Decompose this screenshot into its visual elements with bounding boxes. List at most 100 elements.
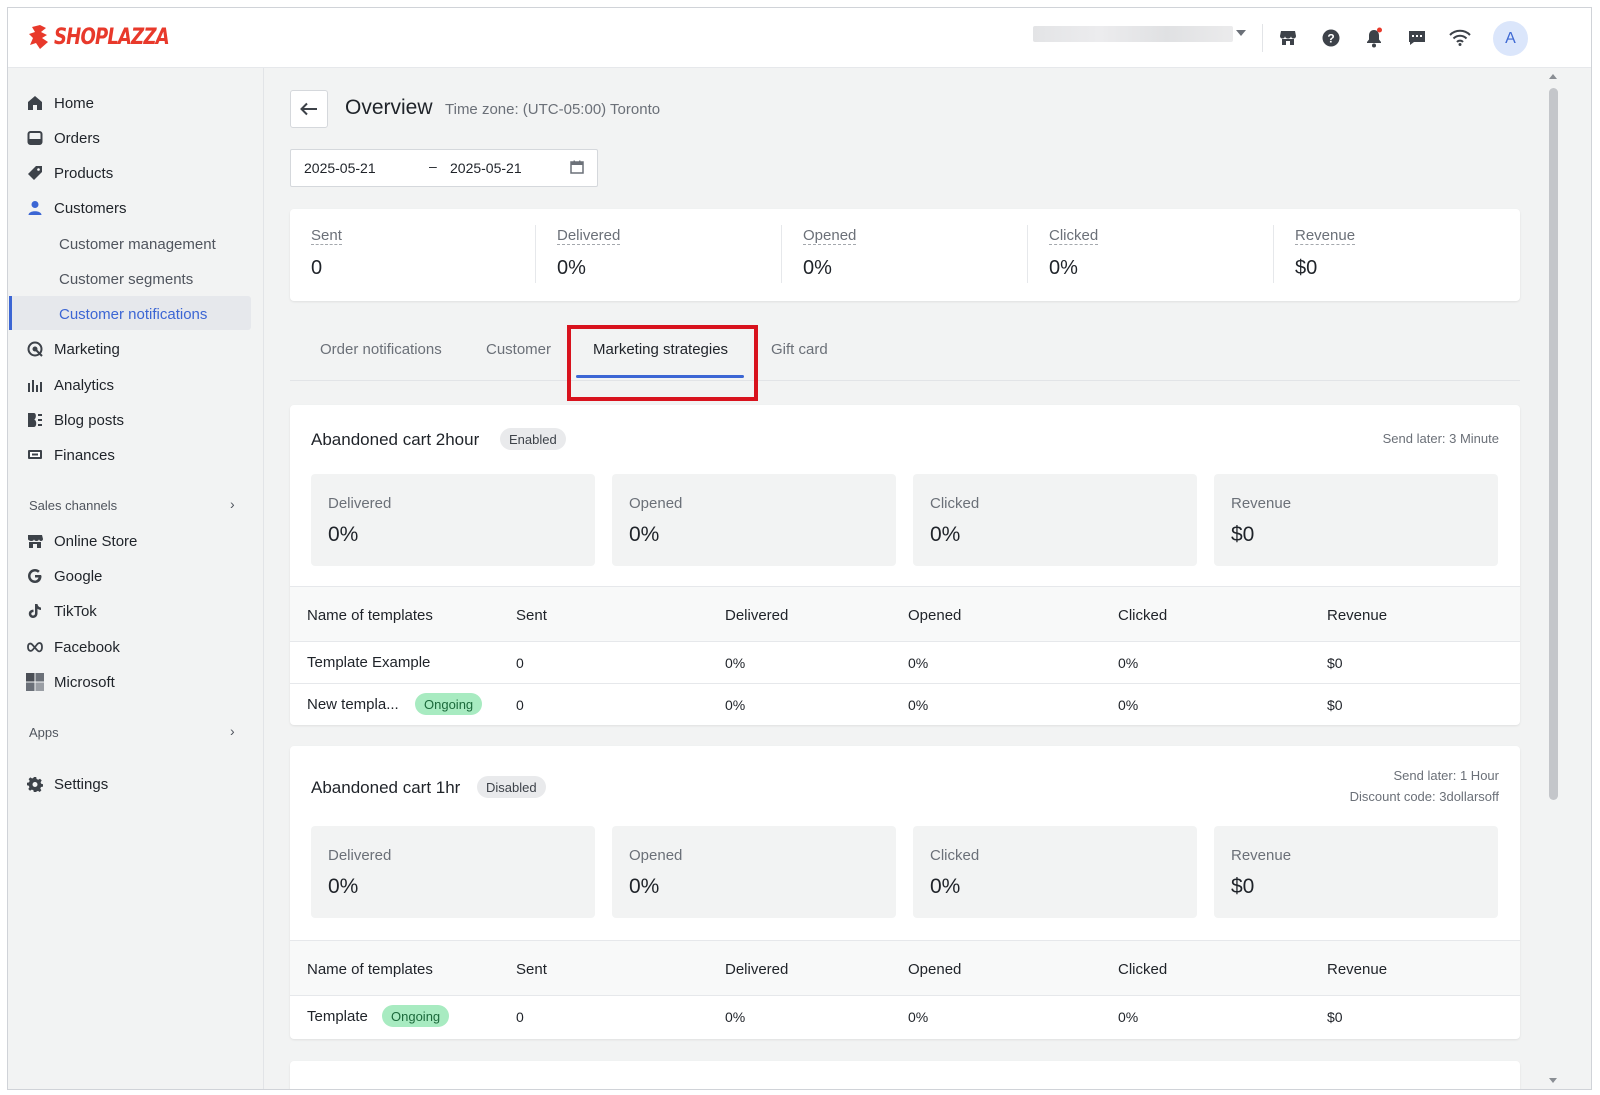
analytics-icon: [26, 376, 44, 394]
stat-revenue: Revenue $0: [1214, 826, 1498, 918]
sidebar-item-label: Home: [54, 94, 95, 112]
blog-icon: [26, 411, 44, 429]
sidebar-item-facebook[interactable]: Facebook: [26, 631, 120, 663]
marketing-icon: [26, 340, 44, 358]
sidebar-item-label: Orders: [54, 129, 100, 147]
sidebar-item-label: Facebook: [54, 638, 120, 656]
divider: [781, 225, 782, 283]
back-button[interactable]: [290, 90, 328, 128]
store-icon[interactable]: [1276, 26, 1300, 50]
gear-icon: [26, 775, 44, 793]
sidebar-item-label: Blog posts: [54, 411, 125, 429]
sidebar-item-label: Google: [54, 567, 103, 585]
sidebar-item-products[interactable]: Products: [26, 157, 113, 189]
sidebar-item-orders[interactable]: Orders: [26, 122, 100, 154]
meta-icon: [26, 638, 44, 656]
tab-gift-card[interactable]: Gift card: [771, 341, 828, 358]
tab-order-notifications[interactable]: Order notifications: [320, 341, 442, 358]
sidebar-item-settings[interactable]: Settings: [26, 768, 108, 800]
status-badge: Disabled: [477, 776, 546, 798]
summary-revenue: Revenue $0: [1295, 227, 1356, 279]
sidebar: Home Orders Products Customers Customer …: [8, 68, 264, 1089]
store-selector[interactable]: [1033, 26, 1233, 42]
main-content: Overview Time zone: (UTC-05:00) Toronto …: [264, 68, 1544, 1089]
stat-delivered: Delivered 0%: [311, 826, 595, 918]
home-icon: [26, 94, 44, 112]
sidebar-subitem-customer-notifications[interactable]: Customer notifications: [59, 298, 207, 330]
store-icon: [26, 532, 44, 550]
page-title: Overview: [345, 96, 433, 119]
sidebar-subitem-customer-management[interactable]: Customer management: [59, 228, 216, 260]
date-range-picker[interactable]: 2025-05-21 – 2025-05-21: [290, 149, 598, 187]
date-end[interactable]: 2025-05-21: [450, 160, 522, 176]
chevron-right-icon[interactable]: ›: [230, 496, 235, 512]
sidebar-item-microsoft[interactable]: Microsoft: [26, 666, 115, 698]
scroll-down-icon[interactable]: [1549, 1078, 1557, 1083]
shoplazza-logo[interactable]: SHOPLAZZA: [28, 22, 194, 52]
table-header: Name of templates Sent Delivered Opened …: [290, 940, 1520, 996]
tab-customer[interactable]: Customer: [486, 341, 551, 358]
ongoing-badge: Ongoing: [415, 693, 483, 715]
sidebar-item-label: Customers: [54, 199, 127, 217]
arrow-left-icon: [300, 102, 317, 116]
summary-sent: Sent 0: [311, 227, 342, 279]
sidebar-item-finances[interactable]: Finances: [26, 439, 115, 471]
sidebar-item-tiktok[interactable]: TikTok: [26, 595, 97, 627]
summary-card: Sent 0 Delivered 0% Opened 0% Clicked 0%…: [290, 209, 1520, 301]
timezone-label: Time zone: (UTC-05:00) Toronto: [445, 101, 661, 118]
chat-icon[interactable]: [1405, 26, 1429, 50]
table-row[interactable]: Template Ongoing 0 0% 0% 0% $0: [290, 996, 1520, 1038]
strategy-meta: Send later: 3 Minute: [1382, 431, 1499, 446]
tag-icon: [26, 164, 44, 182]
table-header: Name of templates Sent Delivered Opened …: [290, 586, 1520, 642]
strategy-title: Abandoned cart 1hr: [311, 778, 461, 797]
sidebar-item-label: Finances: [54, 446, 115, 464]
strategy-card: Abandoned cart 1hr Disabled Send later: …: [290, 746, 1520, 1039]
stat-delivered: Delivered 0%: [311, 474, 595, 566]
sidebar-item-marketing[interactable]: Marketing: [26, 333, 120, 365]
scrollbar-thumb[interactable]: [1549, 88, 1558, 800]
table-row[interactable]: Template Example 0 0% 0% 0% $0: [290, 642, 1520, 684]
wifi-icon[interactable]: [1448, 26, 1472, 50]
apps-label: Apps: [29, 725, 59, 740]
sidebar-subitem-customer-segments[interactable]: Customer segments: [59, 263, 193, 295]
divider: [1027, 225, 1028, 283]
logo-text: SHOPLAZZA: [54, 24, 170, 50]
microsoft-icon: [26, 673, 44, 691]
summary-delivered: Delivered 0%: [557, 227, 621, 279]
app-window: SHOPLAZZA ? A Home Orders Products Custo…: [7, 7, 1592, 1090]
sidebar-item-label: Marketing: [54, 340, 120, 358]
help-icon[interactable]: ?: [1319, 26, 1343, 50]
person-icon: [26, 199, 44, 217]
sidebar-item-google[interactable]: Google: [26, 560, 102, 592]
notification-tabs: Order notifications Customer Marketing s…: [290, 321, 1520, 401]
date-start[interactable]: 2025-05-21: [304, 160, 376, 176]
scroll-up-icon[interactable]: [1549, 74, 1557, 79]
strategy-title: Abandoned cart 2hour: [311, 430, 480, 449]
avatar[interactable]: A: [1493, 21, 1528, 56]
table-row[interactable]: New templa... Ongoing 0 0% 0% 0% $0: [290, 684, 1520, 725]
sidebar-item-customers[interactable]: Customers: [26, 192, 127, 224]
bell-icon[interactable]: [1362, 26, 1386, 50]
chevron-down-icon[interactable]: [1236, 30, 1246, 36]
calendar-icon[interactable]: [570, 160, 584, 177]
stat-clicked: Clicked 0%: [913, 474, 1197, 566]
sidebar-item-blog-posts[interactable]: Blog posts: [26, 404, 124, 436]
sidebar-item-label: Online Store: [54, 532, 138, 550]
ongoing-badge: Ongoing: [382, 1005, 450, 1027]
sidebar-item-label: Products: [54, 164, 114, 182]
logo-mark-icon: [29, 25, 48, 49]
sidebar-item-home[interactable]: Home: [26, 87, 94, 119]
chevron-right-icon[interactable]: ›: [230, 723, 235, 739]
summary-clicked: Clicked 0%: [1049, 227, 1099, 279]
stat-revenue: Revenue $0: [1214, 474, 1498, 566]
divider: [535, 225, 536, 283]
top-bar: SHOPLAZZA ? A: [8, 8, 1591, 68]
sidebar-item-online-store[interactable]: Online Store: [26, 525, 137, 557]
sidebar-item-analytics[interactable]: Analytics: [26, 369, 114, 401]
strategy-card: [290, 1061, 1520, 1089]
strategy-meta: Send later: 1 Hour Discount code: 3dolla…: [1349, 768, 1499, 804]
sidebar-item-label: Analytics: [54, 376, 115, 394]
stat-opened: Opened 0%: [612, 826, 896, 918]
summary-opened: Opened 0%: [803, 227, 857, 279]
